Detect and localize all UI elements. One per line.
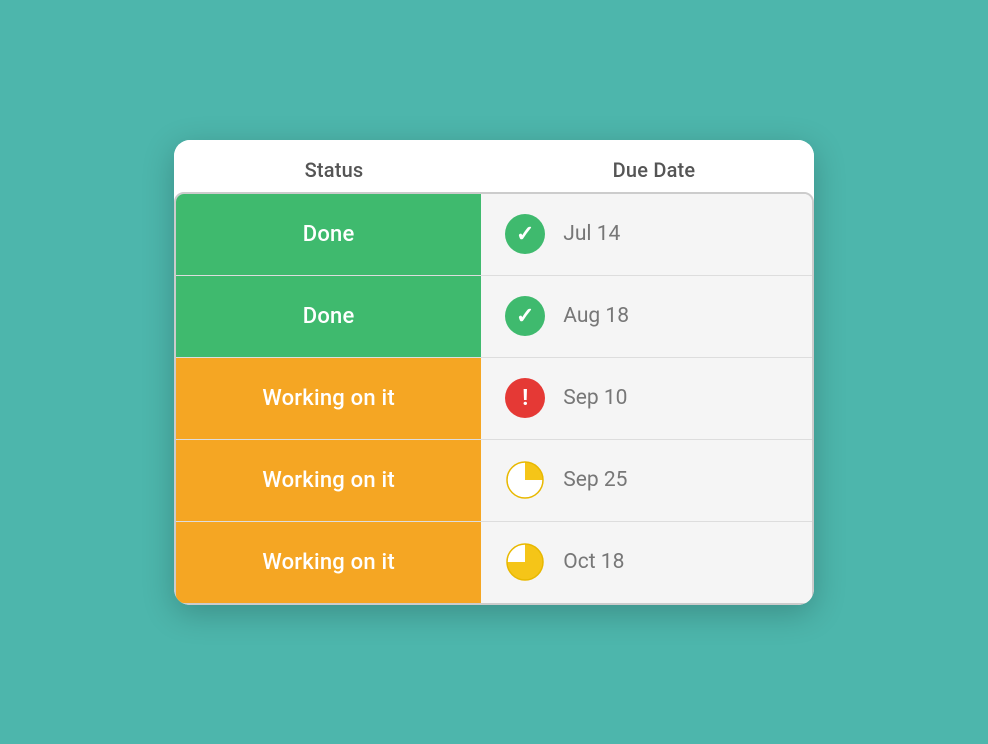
- checkmark-icon-1: [516, 222, 534, 247]
- clock-icon-4: [505, 460, 545, 500]
- date-cell-2: Aug 18: [481, 276, 812, 357]
- status-label-1: Done: [303, 222, 355, 247]
- table-row: Working on it: [176, 440, 812, 522]
- date-text-2: Aug 18: [563, 304, 629, 328]
- status-cell-5: Working on it: [176, 522, 481, 603]
- date-cell-1: Jul 14: [481, 194, 812, 275]
- exclaim-icon-3: [522, 386, 528, 411]
- clock-svg-5: [505, 542, 545, 582]
- status-label-3: Working on it: [262, 386, 395, 411]
- status-cell-1: Done: [176, 194, 481, 275]
- date-cell-5: Oct 18: [481, 522, 812, 603]
- clock-icon-5: [505, 542, 545, 582]
- status-header: Status: [174, 158, 494, 182]
- table-body: Done Jul 14 Done Aug 18: [174, 192, 814, 605]
- status-label-5: Working on it: [262, 550, 395, 575]
- table-row: Working on it Oct 18: [176, 522, 812, 603]
- date-text-3: Sep 10: [563, 386, 627, 410]
- date-text-1: Jul 14: [563, 222, 620, 246]
- table-row: Working on it Sep 10: [176, 358, 812, 440]
- done-icon-2: [505, 296, 545, 336]
- status-cell-3: Working on it: [176, 358, 481, 439]
- table-row: Done Jul 14: [176, 194, 812, 276]
- date-cell-3: Sep 10: [481, 358, 812, 439]
- status-cell-2: Done: [176, 276, 481, 357]
- date-cell-4: Sep 25: [481, 440, 812, 521]
- status-cell-4: Working on it: [176, 440, 481, 521]
- date-text-4: Sep 25: [563, 468, 627, 492]
- main-card: Status Due Date Done Jul 14 Done: [174, 140, 814, 605]
- table-row: Done Aug 18: [176, 276, 812, 358]
- table-header: Status Due Date: [174, 140, 814, 192]
- clock-svg-4: [505, 460, 545, 500]
- status-label-2: Done: [303, 304, 355, 329]
- due-date-header: Due Date: [494, 158, 814, 182]
- overdue-icon-3: [505, 378, 545, 418]
- date-text-5: Oct 18: [563, 550, 624, 574]
- checkmark-icon-2: [516, 304, 534, 329]
- done-icon-1: [505, 214, 545, 254]
- status-label-4: Working on it: [262, 468, 395, 493]
